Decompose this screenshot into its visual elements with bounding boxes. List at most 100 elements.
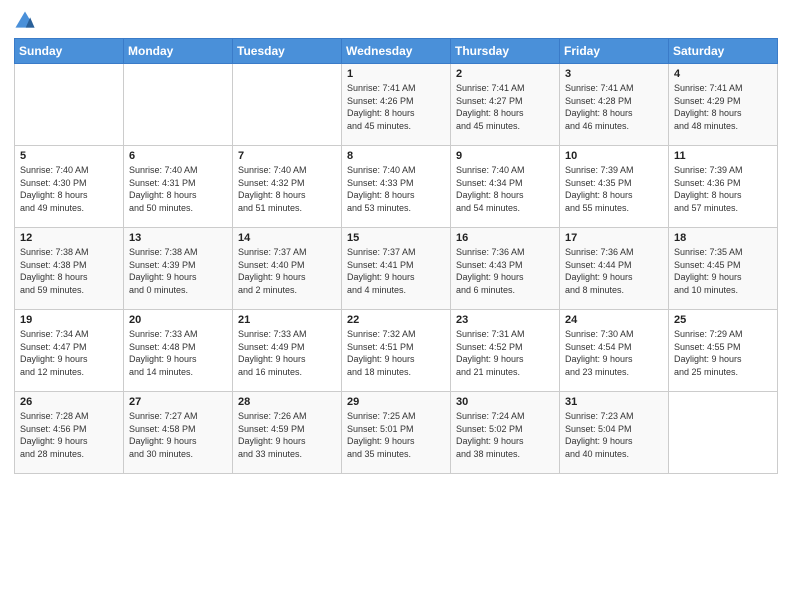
day-number: 19 (20, 314, 118, 326)
day-number: 15 (347, 232, 445, 244)
day-cell: 22 Sunrise: 7:32 AM Sunset: 4:51 PM Dayli… (342, 310, 451, 392)
day-cell (15, 64, 124, 146)
week-row-5: 26 Sunrise: 7:28 AM Sunset: 4:56 PM Dayli… (15, 392, 778, 474)
day-info: Sunrise: 7:41 AM Sunset: 4:29 PM Dayligh… (674, 83, 743, 131)
day-number: 25 (674, 314, 772, 326)
weekday-header-tuesday: Tuesday (233, 39, 342, 64)
day-cell: 10Sunrise: 7:39 AM Sunset: 4:35 PM Dayli… (560, 146, 669, 228)
day-number: 30 (456, 396, 554, 408)
day-number: 5 (20, 150, 118, 162)
day-info: Sunrise: 7:38 AM Sunset: 4:38 PM Dayligh… (20, 247, 89, 295)
day-number: 28 (238, 396, 336, 408)
day-number: 7 (238, 150, 336, 162)
day-info: Sunrise: 7:41 AM Sunset: 4:27 PM Dayligh… (456, 83, 525, 131)
day-cell: 27 Sunrise: 7:27 AM Sunset: 4:58 PM Dayli… (124, 392, 233, 474)
day-number: 1 (347, 68, 445, 80)
logo (14, 10, 38, 32)
day-info: Sunrise: 7:41 AM Sunset: 4:28 PM Dayligh… (565, 83, 634, 131)
day-info: Sunrise: 7:29 AM Sunset: 4:55 PM Dayligh… (674, 329, 743, 377)
weekday-header-monday: Monday (124, 39, 233, 64)
day-cell (669, 392, 778, 474)
day-number: 20 (129, 314, 227, 326)
day-cell: 6 Sunrise: 7:40 AM Sunset: 4:31 PM Daylig… (124, 146, 233, 228)
day-cell: 24 Sunrise: 7:30 AM Sunset: 4:54 PM Dayli… (560, 310, 669, 392)
day-number: 12 (20, 232, 118, 244)
day-cell: 4 Sunrise: 7:41 AM Sunset: 4:29 PM Daylig… (669, 64, 778, 146)
weekday-header-saturday: Saturday (669, 39, 778, 64)
day-number: 21 (238, 314, 336, 326)
day-number: 23 (456, 314, 554, 326)
day-cell: 21 Sunrise: 7:33 AM Sunset: 4:49 PM Dayli… (233, 310, 342, 392)
weekday-header-row: SundayMondayTuesdayWednesdayThursdayFrid… (15, 39, 778, 64)
day-number: 2 (456, 68, 554, 80)
day-info: Sunrise: 7:40 AM Sunset: 4:34 PM Dayligh… (456, 165, 525, 213)
day-number: 9 (456, 150, 554, 162)
day-cell: 2 Sunrise: 7:41 AM Sunset: 4:27 PM Daylig… (451, 64, 560, 146)
day-cell: 13 Sunrise: 7:38 AM Sunset: 4:39 PM Dayli… (124, 228, 233, 310)
week-row-4: 19 Sunrise: 7:34 AM Sunset: 4:47 PM Dayli… (15, 310, 778, 392)
day-cell: 7Sunrise: 7:40 AM Sunset: 4:32 PM Daylig… (233, 146, 342, 228)
day-info: Sunrise: 7:32 AM Sunset: 4:51 PM Dayligh… (347, 329, 416, 377)
day-info: Sunrise: 7:24 AM Sunset: 5:02 PM Dayligh… (456, 411, 525, 459)
day-cell: 14 Sunrise: 7:37 AM Sunset: 4:40 PM Dayli… (233, 228, 342, 310)
logo-icon (14, 10, 36, 32)
day-cell: 19 Sunrise: 7:34 AM Sunset: 4:47 PM Dayli… (15, 310, 124, 392)
day-cell: 9 Sunrise: 7:40 AM Sunset: 4:34 PM Daylig… (451, 146, 560, 228)
weekday-header-friday: Friday (560, 39, 669, 64)
day-cell: 30 Sunrise: 7:24 AM Sunset: 5:02 PM Dayli… (451, 392, 560, 474)
day-info: Sunrise: 7:25 AM Sunset: 5:01 PM Dayligh… (347, 411, 416, 459)
day-cell: 31 Sunrise: 7:23 AM Sunset: 5:04 PM Dayli… (560, 392, 669, 474)
day-number: 27 (129, 396, 227, 408)
day-number: 24 (565, 314, 663, 326)
day-number: 14 (238, 232, 336, 244)
day-info: Sunrise: 7:35 AM Sunset: 4:45 PM Dayligh… (674, 247, 743, 295)
day-info: Sunrise: 7:31 AM Sunset: 4:52 PM Dayligh… (456, 329, 525, 377)
week-row-2: 5 Sunrise: 7:40 AM Sunset: 4:30 PM Daylig… (15, 146, 778, 228)
day-cell: 26 Sunrise: 7:28 AM Sunset: 4:56 PM Dayli… (15, 392, 124, 474)
day-number: 29 (347, 396, 445, 408)
day-info: Sunrise: 7:30 AM Sunset: 4:54 PM Dayligh… (565, 329, 634, 377)
day-cell: 8 Sunrise: 7:40 AM Sunset: 4:33 PM Daylig… (342, 146, 451, 228)
day-info: Sunrise: 7:38 AM Sunset: 4:39 PM Dayligh… (129, 247, 198, 295)
weekday-header-thursday: Thursday (451, 39, 560, 64)
day-number: 17 (565, 232, 663, 244)
day-number: 18 (674, 232, 772, 244)
day-cell: 20 Sunrise: 7:33 AM Sunset: 4:48 PM Dayli… (124, 310, 233, 392)
day-number: 6 (129, 150, 227, 162)
day-cell: 15 Sunrise: 7:37 AM Sunset: 4:41 PM Dayli… (342, 228, 451, 310)
day-info: Sunrise: 7:37 AM Sunset: 4:41 PM Dayligh… (347, 247, 416, 295)
day-info: Sunrise: 7:23 AM Sunset: 5:04 PM Dayligh… (565, 411, 634, 459)
day-info: Sunrise: 7:28 AM Sunset: 4:56 PM Dayligh… (20, 411, 89, 459)
day-cell: 28 Sunrise: 7:26 AM Sunset: 4:59 PM Dayli… (233, 392, 342, 474)
day-cell: 12 Sunrise: 7:38 AM Sunset: 4:38 PM Dayli… (15, 228, 124, 310)
day-cell: 23 Sunrise: 7:31 AM Sunset: 4:52 PM Dayli… (451, 310, 560, 392)
day-number: 4 (674, 68, 772, 80)
day-info: Sunrise: 7:40 AM Sunset: 4:33 PM Dayligh… (347, 165, 416, 213)
day-info: Sunrise: 7:37 AM Sunset: 4:40 PM Dayligh… (238, 247, 307, 295)
day-number: 22 (347, 314, 445, 326)
day-info: Sunrise: 7:40 AM Sunset: 4:30 PM Dayligh… (20, 165, 89, 213)
calendar: SundayMondayTuesdayWednesdayThursdayFrid… (14, 38, 778, 474)
day-info: Sunrise: 7:34 AM Sunset: 4:47 PM Dayligh… (20, 329, 89, 377)
day-info: Sunrise: 7:26 AM Sunset: 4:59 PM Dayligh… (238, 411, 307, 459)
weekday-header-sunday: Sunday (15, 39, 124, 64)
day-number: 31 (565, 396, 663, 408)
day-info: Sunrise: 7:33 AM Sunset: 4:48 PM Dayligh… (129, 329, 198, 377)
day-number: 26 (20, 396, 118, 408)
day-info: Sunrise: 7:39 AM Sunset: 4:35 PM Dayligh… (565, 165, 634, 213)
day-number: 8 (347, 150, 445, 162)
day-info: Sunrise: 7:33 AM Sunset: 4:49 PM Dayligh… (238, 329, 307, 377)
day-info: Sunrise: 7:27 AM Sunset: 4:58 PM Dayligh… (129, 411, 198, 459)
day-cell (233, 64, 342, 146)
day-number: 13 (129, 232, 227, 244)
day-cell: 16Sunrise: 7:36 AM Sunset: 4:43 PM Dayli… (451, 228, 560, 310)
day-number: 16 (456, 232, 554, 244)
day-info: Sunrise: 7:40 AM Sunset: 4:31 PM Dayligh… (129, 165, 198, 213)
day-cell: 1 Sunrise: 7:41 AM Sunset: 4:26 PM Daylig… (342, 64, 451, 146)
day-cell: 17 Sunrise: 7:36 AM Sunset: 4:44 PM Dayli… (560, 228, 669, 310)
week-row-1: 1 Sunrise: 7:41 AM Sunset: 4:26 PM Daylig… (15, 64, 778, 146)
header (14, 10, 778, 32)
page-container: SundayMondayTuesdayWednesdayThursdayFrid… (0, 0, 792, 612)
day-info: Sunrise: 7:41 AM Sunset: 4:26 PM Dayligh… (347, 83, 416, 131)
day-info: Sunrise: 7:36 AM Sunset: 4:44 PM Dayligh… (565, 247, 634, 295)
